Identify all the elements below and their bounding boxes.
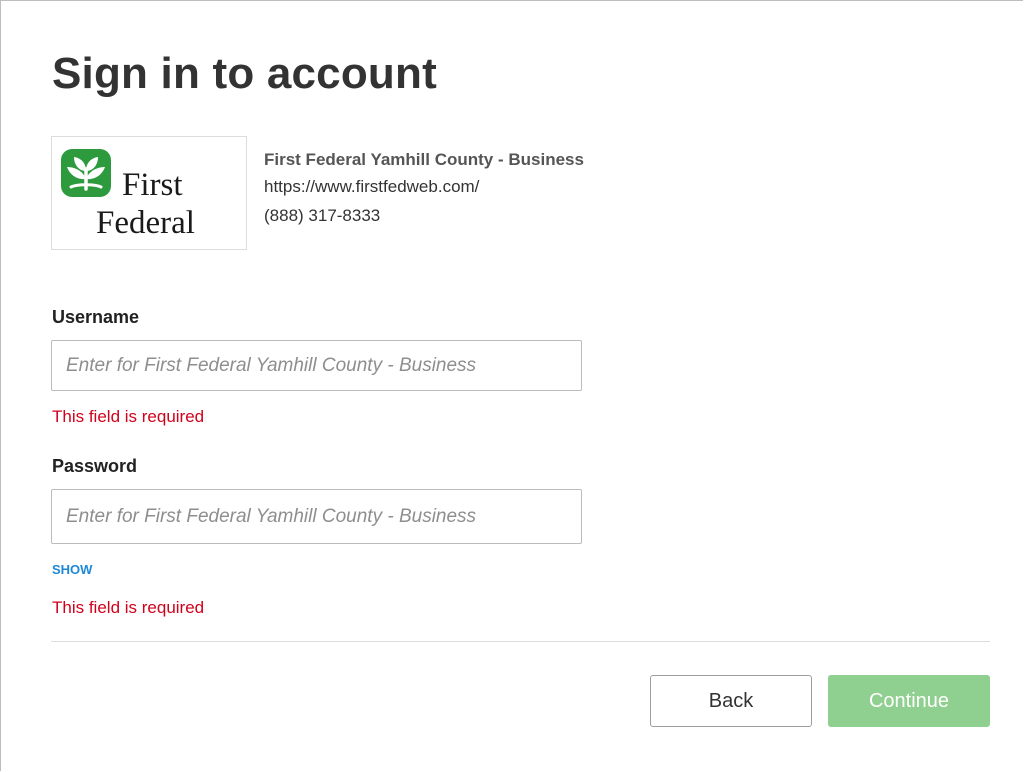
show-password-toggle[interactable]: SHOW (52, 562, 92, 577)
institution-name: First Federal Yamhill County - Business (264, 150, 584, 169)
username-input[interactable] (51, 340, 582, 391)
password-error: This field is required (52, 598, 205, 617)
institution-logo: First Federal (51, 136, 247, 250)
page-title: Sign in to account (52, 49, 437, 98)
logo-text-federal: Federal (96, 205, 195, 241)
password-label: Password (52, 456, 138, 476)
sign-in-panel: Sign in to account First Federal First F… (0, 0, 1023, 771)
institution-url: https://www.firstfedweb.com/ (264, 177, 480, 196)
continue-button[interactable]: Continue (828, 675, 990, 727)
username-error: This field is required (52, 407, 205, 426)
username-label: Username (52, 307, 140, 327)
divider (51, 641, 990, 642)
back-button[interactable]: Back (650, 675, 812, 727)
institution-phone: (888) 317-8333 (264, 206, 381, 225)
leaf-emblem-icon (61, 149, 111, 197)
logo-text-first: First (122, 167, 183, 203)
password-input[interactable] (51, 489, 582, 544)
institution-details: First Federal Yamhill County - Business … (264, 150, 584, 226)
